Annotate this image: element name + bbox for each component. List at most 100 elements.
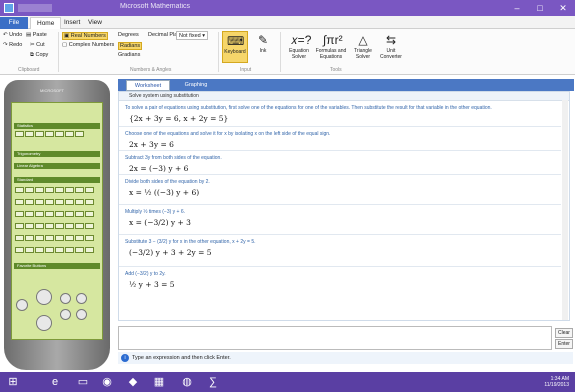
calc-key[interactable]: [15, 247, 24, 253]
quick-access-toolbar[interactable]: [18, 4, 52, 12]
enter-button[interactable]: Enter: [555, 339, 573, 349]
paste-button[interactable]: ▤ Paste: [26, 32, 47, 38]
calc-key[interactable]: [35, 235, 44, 241]
calc-key[interactable]: [65, 199, 74, 205]
calc-key[interactable]: [75, 199, 84, 205]
calc-key[interactable]: [35, 247, 44, 253]
browser-icon[interactable]: e: [46, 374, 64, 390]
section-linear-algebra[interactable]: Linear Algebra: [14, 163, 100, 169]
calc-key[interactable]: [35, 187, 44, 193]
calc-key[interactable]: [85, 223, 94, 229]
calc-key[interactable]: [15, 199, 24, 205]
calc-key[interactable]: [75, 187, 84, 193]
calc-key[interactable]: [45, 247, 54, 253]
calc-key[interactable]: [65, 247, 74, 253]
calc-round-key[interactable]: [60, 309, 71, 320]
expression-input[interactable]: [118, 326, 552, 350]
calc-round-key[interactable]: [76, 293, 87, 304]
clear-button[interactable]: Clear: [555, 328, 573, 338]
calc-key[interactable]: [55, 187, 64, 193]
calc-key[interactable]: [75, 235, 84, 241]
calc-key[interactable]: [15, 235, 24, 241]
calc-key[interactable]: [75, 247, 84, 253]
calc-key[interactable]: [55, 199, 64, 205]
undo-button[interactable]: ↶ Undo: [3, 32, 22, 38]
math-icon[interactable]: ∑: [204, 374, 222, 390]
calc-key[interactable]: [65, 223, 74, 229]
calc-key[interactable]: [45, 223, 54, 229]
calc-key[interactable]: [15, 131, 24, 137]
real-numbers-button[interactable]: ▣ Real Numbers: [62, 32, 108, 40]
media-icon[interactable]: ◉: [98, 374, 116, 390]
section-statistics[interactable]: Statistics: [14, 123, 100, 129]
tab-view[interactable]: View: [82, 17, 108, 29]
worksheet-scrollbar[interactable]: [562, 100, 568, 320]
start-icon[interactable]: ⊞: [4, 374, 22, 390]
calc-key[interactable]: [75, 223, 84, 229]
calc-round-key[interactable]: [16, 299, 28, 311]
keyboard-button[interactable]: ⌨ Keyboard: [222, 31, 248, 63]
complex-numbers-button[interactable]: ▢ Complex Numbers: [62, 42, 114, 48]
calc-key[interactable]: [55, 223, 64, 229]
calc-key[interactable]: [65, 235, 74, 241]
section-trigonometry[interactable]: Trigonometry: [14, 151, 100, 157]
degrees-button[interactable]: Degrees: [118, 32, 139, 38]
formulas-button[interactable]: ∫πr² Formulas and Equations: [314, 31, 348, 63]
tab-home[interactable]: Home: [30, 17, 62, 29]
steps-header[interactable]: Solve system using substitution: [119, 92, 569, 101]
calc-key[interactable]: [35, 131, 44, 137]
calc-key[interactable]: [35, 223, 44, 229]
calc-key[interactable]: [75, 211, 84, 217]
calc-key[interactable]: [55, 247, 64, 253]
calc-key[interactable]: [65, 131, 74, 137]
calc-key[interactable]: [45, 235, 54, 241]
calc-key[interactable]: [35, 199, 44, 205]
calc-key[interactable]: [45, 131, 54, 137]
calc-key[interactable]: [45, 199, 54, 205]
calc-key[interactable]: [25, 187, 34, 193]
calc-key[interactable]: [85, 199, 94, 205]
calc-key[interactable]: [85, 211, 94, 217]
calc-key[interactable]: [25, 199, 34, 205]
tab-worksheet[interactable]: Worksheet: [126, 80, 170, 91]
tab-graphing[interactable]: Graphing: [174, 80, 218, 91]
tab-file[interactable]: File: [0, 17, 28, 29]
calc-round-key[interactable]: [36, 289, 52, 305]
calc-key[interactable]: [15, 187, 24, 193]
close-button[interactable]: ✕: [552, 0, 574, 16]
calc-key[interactable]: [25, 235, 34, 241]
calc-round-key[interactable]: [76, 309, 87, 320]
decimal-places-dropdown[interactable]: Not fixed ▾: [176, 31, 209, 40]
calc-key[interactable]: [35, 211, 44, 217]
unit-converter-button[interactable]: ⇆ Unit Converter: [378, 31, 404, 63]
section-standard[interactable]: Standard: [14, 177, 100, 183]
folder-icon[interactable]: ▭: [74, 374, 92, 390]
app-icon[interactable]: ◍: [178, 374, 196, 390]
calc-round-key[interactable]: [60, 293, 71, 304]
calc-key[interactable]: [45, 187, 54, 193]
calc-key[interactable]: [15, 211, 24, 217]
calc-key[interactable]: [25, 131, 34, 137]
calc-key[interactable]: [45, 211, 54, 217]
ink-button[interactable]: ✎ Ink: [250, 31, 276, 63]
system-tray[interactable]: 1:34 AM 11/19/2013: [544, 376, 569, 388]
calc-key[interactable]: [75, 131, 84, 137]
minimize-button[interactable]: –: [506, 0, 528, 16]
calc-round-key[interactable]: [36, 315, 52, 331]
maximize-button[interactable]: □: [529, 0, 551, 16]
calc-key[interactable]: [55, 235, 64, 241]
cut-button[interactable]: ✂ Cut: [30, 42, 45, 48]
redo-button[interactable]: ↷ Redo: [3, 42, 22, 48]
calc-key[interactable]: [25, 247, 34, 253]
calc-key[interactable]: [25, 223, 34, 229]
triangle-solver-button[interactable]: △ Triangle Solver: [350, 31, 376, 63]
equation-solver-button[interactable]: 𝑥=? Equation Solver: [286, 31, 312, 63]
copy-button[interactable]: ⧉ Copy: [30, 52, 48, 59]
section-favorite-buttons[interactable]: Favorite Buttons: [14, 263, 100, 269]
radians-button[interactable]: Radians: [118, 42, 143, 50]
calc-key[interactable]: [85, 247, 94, 253]
calc-key[interactable]: [55, 211, 64, 217]
calc-key[interactable]: [65, 187, 74, 193]
app-icon[interactable]: ◆: [124, 374, 142, 390]
calc-key[interactable]: [85, 187, 94, 193]
